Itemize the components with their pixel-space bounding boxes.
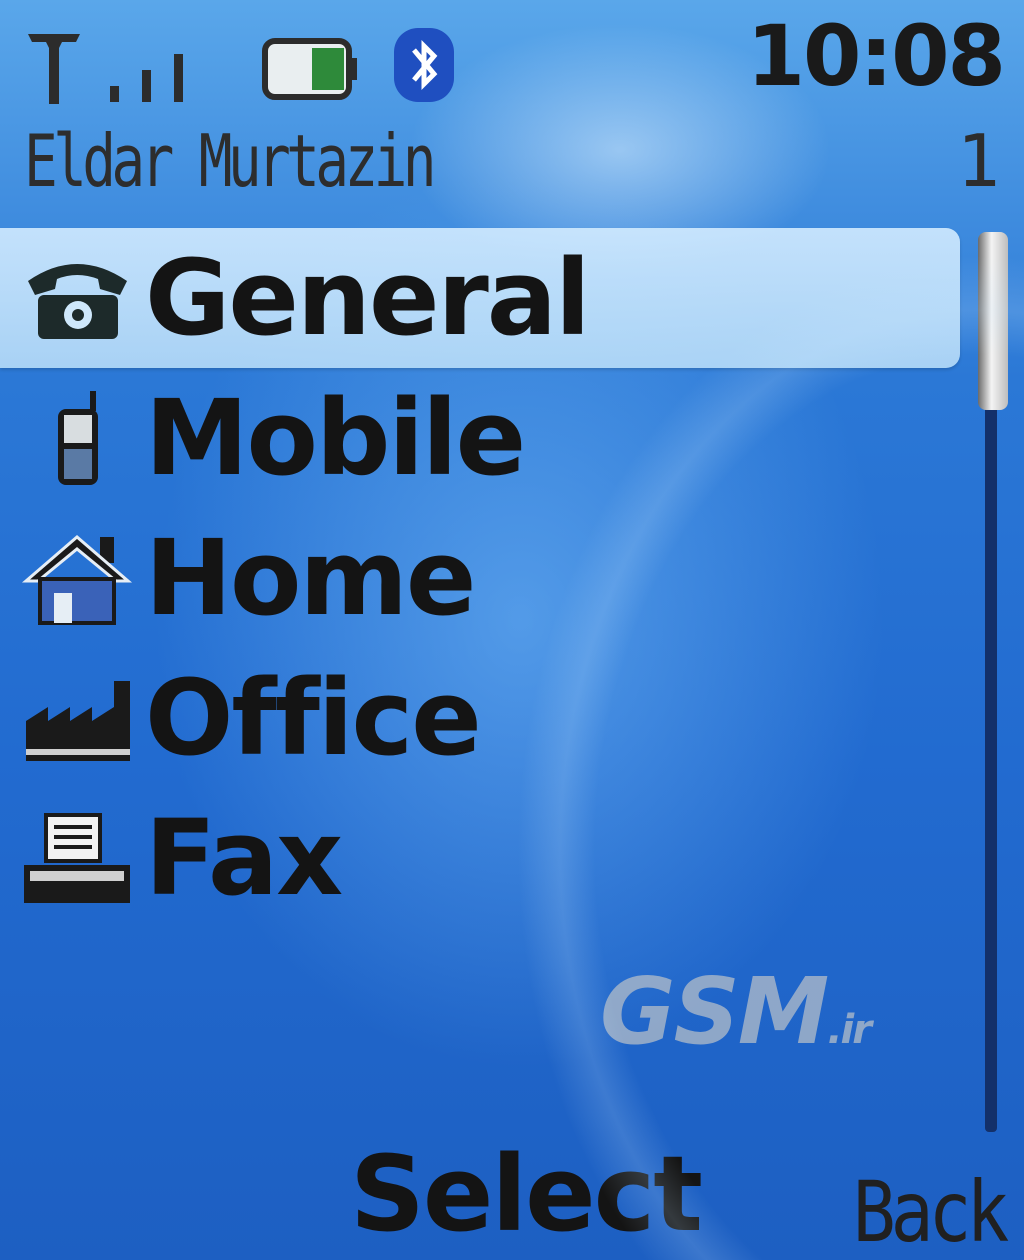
watermark-suffix: .ir xyxy=(827,1007,872,1053)
list-item-office[interactable]: Office xyxy=(0,648,960,788)
battery-icon xyxy=(262,38,357,100)
list-item-label: General xyxy=(145,237,591,359)
house-icon xyxy=(21,534,133,625)
number-type-list: General Mobile Home Office Fax xyxy=(0,228,960,928)
mobile-phone-icon xyxy=(58,390,98,485)
watermark-main: GSM xyxy=(600,958,829,1065)
back-softkey[interactable]: Back xyxy=(852,1170,1009,1254)
list-item-home[interactable]: Home xyxy=(0,508,960,648)
bluetooth-icon xyxy=(394,28,454,102)
watermark: GSM.ir xyxy=(600,958,872,1065)
list-item-label: Fax xyxy=(145,797,343,919)
entry-index: 1 xyxy=(956,119,1000,203)
softkey-bar: Select Back xyxy=(0,1130,1024,1260)
telephone-icon xyxy=(28,263,127,339)
list-item-label: Office xyxy=(145,657,482,779)
list-item-label: Home xyxy=(145,517,476,639)
list-item-general[interactable]: General xyxy=(0,228,960,368)
list-item-label: Mobile xyxy=(145,377,526,499)
scrollbar-thumb[interactable] xyxy=(978,232,1008,410)
status-bar: 10:08 xyxy=(0,0,1024,110)
clock: 10:08 xyxy=(746,7,1006,105)
antenna-signal-icon xyxy=(28,34,183,104)
list-item-mobile[interactable]: Mobile xyxy=(0,368,960,508)
contact-header: Eldar Murtazin 1 xyxy=(0,120,1024,210)
select-softkey[interactable]: Select xyxy=(350,1142,703,1246)
list-item-fax[interactable]: Fax xyxy=(0,788,960,928)
contact-name: Eldar Murtazin xyxy=(24,119,437,203)
factory-icon xyxy=(26,680,130,761)
fax-icon xyxy=(24,812,130,903)
phone-screen: 10:08 Eldar Murtazin 1 General Mobile Ho… xyxy=(0,0,1024,1260)
